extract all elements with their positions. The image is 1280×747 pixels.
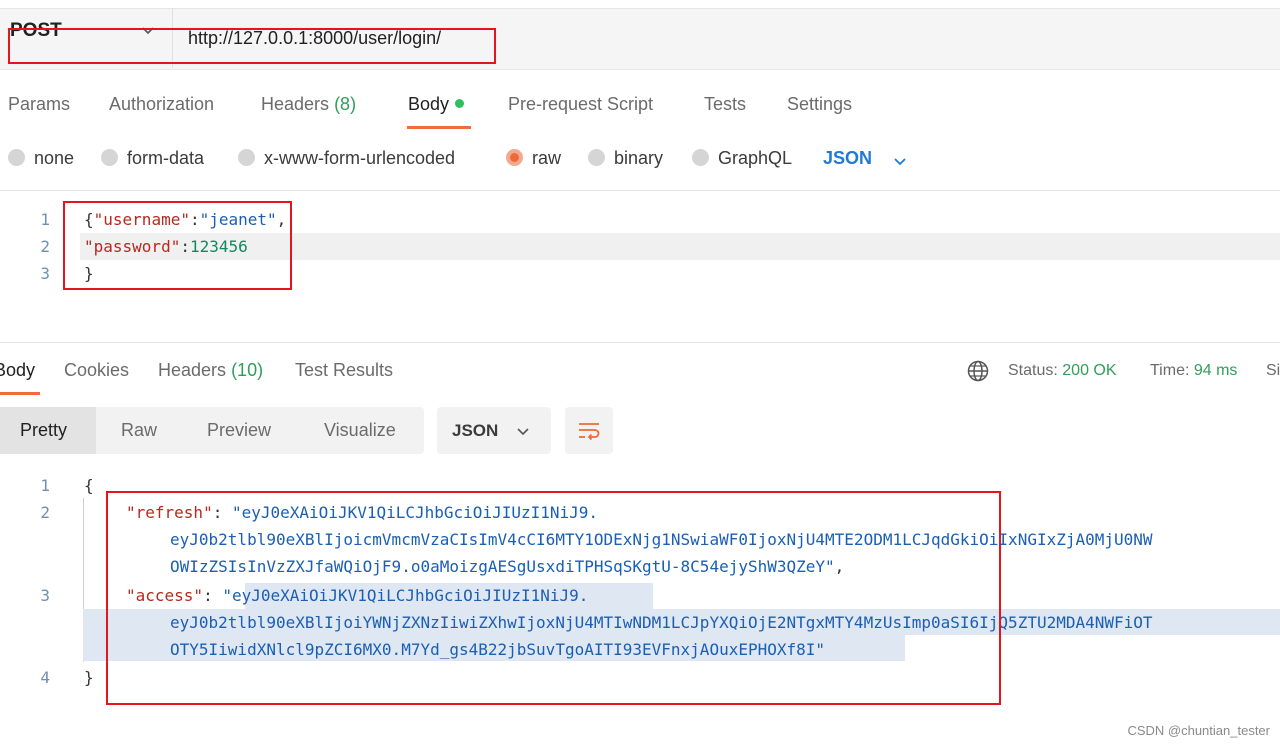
radio-circle [8, 148, 25, 166]
radio-circle [238, 148, 255, 166]
headers-count: (8) [334, 94, 357, 114]
radio-urlencoded[interactable]: x-www-form-urlencoded [238, 148, 455, 169]
response-time: Time: 94 ms [1150, 362, 1238, 379]
line-number: 1 [40, 210, 50, 229]
response-close-brace: } [84, 668, 94, 687]
line-number: 1 [40, 476, 50, 495]
response-tab-test-results[interactable]: Test Results [295, 360, 393, 381]
radio-binary[interactable]: binary [588, 148, 663, 169]
tab-headers[interactable]: Headers (8) [261, 94, 356, 115]
status-value: 200 OK [1062, 362, 1117, 379]
radio-graphql[interactable]: GraphQL [692, 148, 792, 169]
response-status: Status: 200 OK [1008, 362, 1117, 379]
chevron-down-icon[interactable] [892, 153, 908, 169]
line-number: 4 [40, 668, 50, 687]
response-tab-cookies[interactable]: Cookies [64, 360, 129, 381]
radio-raw[interactable]: raw [506, 148, 561, 169]
line-number: 2 [40, 503, 50, 522]
time-value: 94 ms [1193, 362, 1238, 379]
wrap-lines-icon [579, 423, 600, 441]
radio-circle [588, 148, 605, 166]
tab-tests[interactable]: Tests [704, 94, 746, 115]
highlight-box-response-body [106, 491, 1001, 705]
divider [0, 190, 1280, 191]
chevron-down-icon[interactable] [515, 423, 531, 439]
active-tab-underline [407, 126, 471, 129]
tab-body[interactable]: Body [408, 94, 465, 115]
radio-circle [692, 148, 709, 166]
highlight-box-url [8, 28, 496, 64]
highlight-box-request-body [63, 201, 292, 290]
active-tab-underline [0, 392, 40, 395]
headers-count: (10) [231, 360, 264, 380]
tab-authorization[interactable]: Authorization [109, 94, 214, 115]
view-mode-visualize[interactable]: Visualize [324, 420, 396, 441]
response-size: Si [1266, 362, 1280, 379]
radio-form-data[interactable]: form-data [101, 148, 204, 169]
line-number: 2 [40, 237, 50, 256]
line-number: 3 [40, 586, 50, 605]
radio-circle-selected [506, 148, 523, 166]
response-format-label: JSON [452, 421, 499, 440]
response-open-brace: { [84, 476, 94, 495]
radio-none[interactable]: none [8, 148, 74, 169]
line-number: 3 [40, 264, 50, 283]
globe-icon[interactable] [966, 359, 990, 383]
tab-params[interactable]: Params [8, 94, 70, 115]
body-format-select[interactable]: JSON [823, 148, 872, 169]
response-tab-body[interactable]: Body [0, 360, 35, 381]
divider [0, 342, 1280, 343]
tab-pre-request-script[interactable]: Pre-request Script [508, 94, 653, 115]
view-mode-raw[interactable]: Raw [121, 420, 157, 441]
response-tab-headers[interactable]: Headers (10) [158, 360, 263, 381]
tab-settings[interactable]: Settings [787, 94, 852, 115]
view-mode-pretty[interactable]: Pretty [20, 420, 67, 441]
watermark: CSDN @chuntian_tester [1127, 723, 1270, 738]
view-mode-preview[interactable]: Preview [207, 420, 271, 441]
body-indicator-dot [455, 98, 465, 108]
radio-circle [101, 148, 118, 166]
